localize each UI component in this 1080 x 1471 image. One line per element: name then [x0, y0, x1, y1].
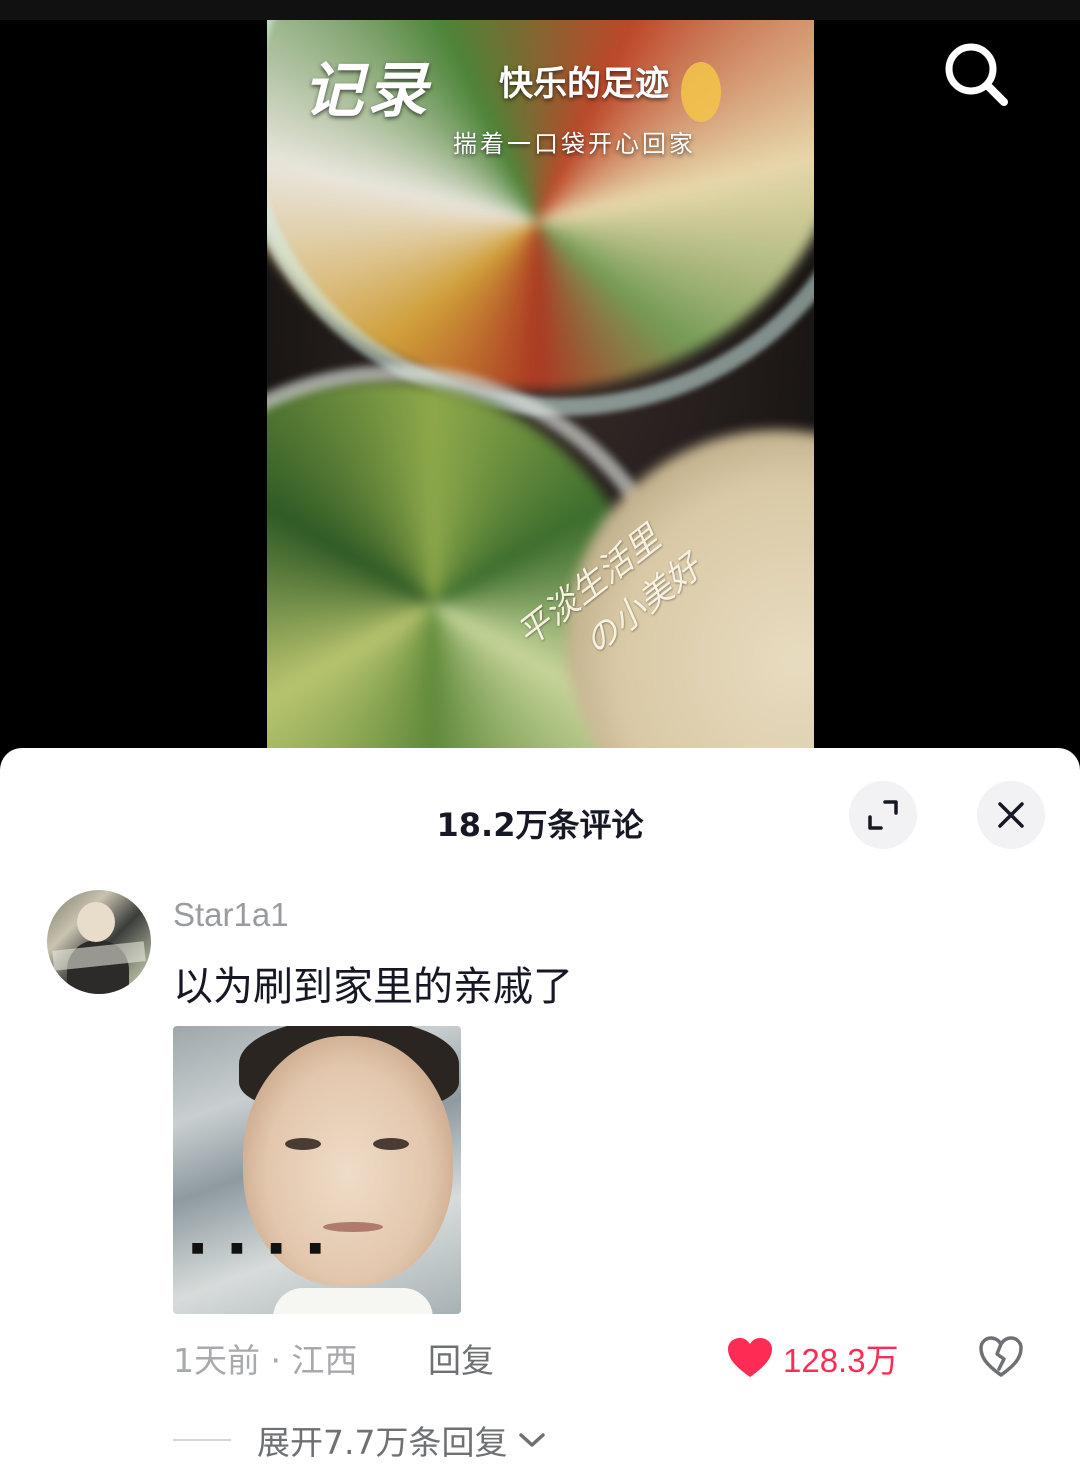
- overlay-title-main: 快乐的足迹: [499, 64, 669, 104]
- like-button[interactable]: 128.3万: [727, 1334, 899, 1382]
- portrait-mouth: [323, 1222, 383, 1232]
- portrait-eye-left: [285, 1138, 321, 1150]
- reply-button[interactable]: 回复: [428, 1334, 494, 1382]
- comment-image[interactable]: ■■■■: [173, 1026, 461, 1314]
- avatar-face: [77, 902, 115, 942]
- footprint-icon: [681, 62, 721, 122]
- close-panel-button[interactable]: [977, 781, 1045, 849]
- comment-text: 以为刷到家里的亲戚了: [173, 964, 573, 1010]
- video-area[interactable]: 记录 快乐的足迹 揣着一口袋开心回家 平淡生活里 の小美好: [0, 0, 1080, 760]
- heart-icon: [728, 1338, 772, 1377]
- avatar[interactable]: [47, 890, 151, 994]
- comment-time-location: 1天前 · 江西: [173, 1341, 358, 1380]
- search-button[interactable]: [940, 38, 1012, 110]
- divider-line: [173, 1439, 231, 1441]
- chevron-down-icon: [519, 1433, 546, 1447]
- status-strip: [0, 0, 1080, 20]
- video-player[interactable]: 记录 快乐的足迹 揣着一口袋开心回家 平淡生活里 の小美好: [267, 20, 814, 760]
- expand-replies-label: 展开7.7万条回复: [257, 1423, 508, 1462]
- comments-panel: 18.2万条评论 Star1a1 以为刷到家里的亲戚了 ■■■■ 1天前 · 江…: [0, 748, 1080, 1471]
- dislike-button[interactable]: [978, 1334, 1024, 1380]
- video-overlay-title: 记录 快乐的足迹 揣着一口袋开心回家: [303, 42, 721, 158]
- image-dots: ■■■■: [191, 1240, 348, 1256]
- overlay-subtitle: 揣着一口袋开心回家: [453, 130, 696, 158]
- overlay-title-big: 记录: [303, 56, 431, 126]
- comments-count-title: 18.2万条评论: [436, 806, 644, 844]
- portrait-eye-right: [373, 1138, 409, 1150]
- expand-replies-button[interactable]: 展开7.7万条回复: [173, 1416, 547, 1464]
- portrait-collar: [273, 1288, 433, 1314]
- search-icon: [945, 43, 1008, 106]
- expand-panel-button[interactable]: [849, 781, 917, 849]
- comment-username[interactable]: Star1a1: [173, 896, 289, 934]
- close-icon: [998, 802, 1024, 828]
- expand-icon: [868, 800, 898, 830]
- broken-heart-icon: [979, 1336, 1023, 1377]
- like-count: 128.3万: [783, 1342, 899, 1379]
